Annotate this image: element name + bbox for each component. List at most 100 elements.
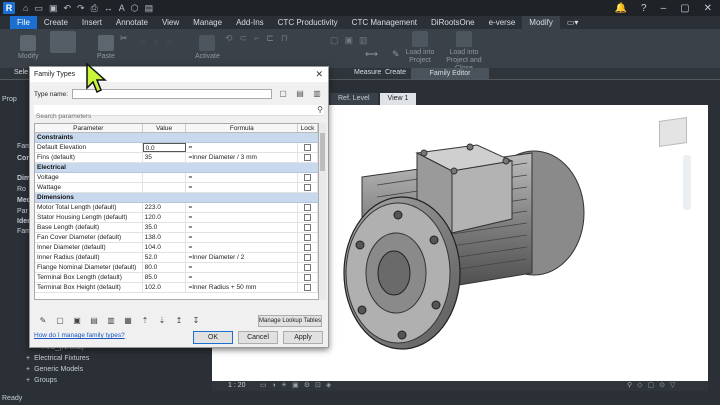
lock-checkbox[interactable] bbox=[304, 244, 312, 251]
lock-checkbox[interactable] bbox=[304, 214, 312, 221]
parameter-value[interactable]: 223.0 bbox=[143, 203, 187, 212]
tab-ctc-management[interactable]: CTC Management bbox=[345, 16, 424, 29]
select-panel-label[interactable]: Sele bbox=[14, 69, 28, 76]
tab-add-ins[interactable]: Add-Ins bbox=[229, 16, 271, 29]
paste-button[interactable]: Paste bbox=[97, 35, 115, 61]
help-link[interactable]: How do I manage family types? bbox=[34, 332, 125, 339]
parameter-value[interactable]: 0.0 bbox=[142, 143, 187, 152]
tab-insert[interactable]: Insert bbox=[75, 16, 109, 29]
create-panel-label[interactable]: Create bbox=[385, 69, 406, 76]
parameter-formula[interactable]: =Inner Diameter / 2 bbox=[186, 253, 299, 262]
table-row[interactable]: Terminal Box Height (default) 102.0 =Inner… bbox=[35, 283, 318, 293]
group-header[interactable]: Dimensions bbox=[35, 193, 318, 203]
measure-button[interactable]: ⟷ bbox=[365, 49, 378, 60]
close-icon[interactable]: ✕ bbox=[315, 67, 323, 82]
parameter-formula[interactable]: =Inner Diameter / 3 mm bbox=[186, 153, 299, 162]
parameter-formula[interactable]: = bbox=[186, 173, 299, 182]
parameter-formula[interactable]: = bbox=[186, 243, 299, 252]
open-icon[interactable]: ▭ bbox=[34, 3, 43, 14]
parameter-formula[interactable]: = bbox=[186, 203, 299, 212]
browser-item-groups[interactable]: + Groups bbox=[12, 375, 89, 386]
lock-checkbox[interactable] bbox=[304, 174, 312, 181]
expand-icon[interactable]: + bbox=[26, 375, 30, 386]
move-up-icon[interactable]: ⇡ bbox=[140, 315, 150, 325]
table-row[interactable]: Inner Radius (default) 52.0 =Inner Diamete… bbox=[35, 253, 318, 263]
parameter-formula[interactable]: = bbox=[186, 233, 299, 242]
copy-parameter-icon[interactable]: ▥ bbox=[106, 315, 116, 325]
tab-view[interactable]: View bbox=[155, 16, 186, 29]
view-tab-view-1[interactable]: View 1 bbox=[379, 93, 417, 105]
view-tab-ref-level[interactable]: Ref. Level bbox=[330, 93, 378, 105]
table-row[interactable]: Voltage = bbox=[35, 173, 318, 183]
lock-checkbox[interactable] bbox=[304, 204, 312, 211]
browser-item-generic-models[interactable]: + Generic Models bbox=[12, 364, 89, 375]
table-row[interactable]: Base Length (default) 35.0 = bbox=[35, 223, 318, 233]
3d-view-icon[interactable]: ⬡ bbox=[131, 3, 139, 14]
column-formula[interactable]: Formula bbox=[186, 124, 299, 132]
lock-checkbox[interactable] bbox=[304, 274, 312, 281]
parameter-value[interactable]: 138.0 bbox=[143, 233, 187, 242]
parameter-formula[interactable]: = bbox=[186, 213, 299, 222]
group-header[interactable]: Constraints bbox=[35, 133, 318, 143]
tab-create[interactable]: Create bbox=[37, 16, 75, 29]
family-editor-panel-label[interactable]: Family Editor bbox=[411, 68, 489, 79]
print-icon[interactable]: ⎙ bbox=[91, 3, 98, 14]
switch-windows-icon[interactable]: ▤ bbox=[145, 3, 154, 14]
activate-button[interactable]: Activate bbox=[195, 35, 220, 61]
search-parameters-input[interactable]: Search parameters ⚲ bbox=[34, 105, 324, 120]
text-icon[interactable]: A bbox=[119, 3, 125, 14]
table-scrollbar[interactable] bbox=[319, 123, 326, 300]
geometry-tools[interactable]: ◌◌◌ bbox=[140, 37, 180, 47]
scroll-thumb[interactable] bbox=[320, 133, 325, 171]
table-row[interactable]: Default Elevation 0.0 = bbox=[35, 143, 318, 153]
close-icon[interactable]: ✕ bbox=[704, 3, 712, 14]
tab-e-verse[interactable]: e-verse bbox=[482, 16, 523, 29]
lock-checkbox[interactable] bbox=[304, 184, 312, 191]
parameter-value[interactable]: 35 bbox=[143, 153, 187, 162]
move-down-icon[interactable]: ⇣ bbox=[157, 315, 167, 325]
notifications-icon[interactable]: 🔔 bbox=[615, 3, 627, 14]
parameter-value[interactable]: 80.0 bbox=[143, 263, 187, 272]
ribbon-options-icon[interactable]: ▭▾ bbox=[560, 16, 586, 29]
apply-button[interactable]: Apply bbox=[283, 331, 323, 344]
manage-lookup-tables-button[interactable]: Manage Lookup Tables bbox=[258, 315, 322, 327]
view-tools[interactable]: ▢▣▥ bbox=[330, 35, 374, 46]
measure-panel-label[interactable]: Measure bbox=[354, 69, 381, 76]
table-row[interactable]: Flange Nominal Diameter (default) 80.0 = bbox=[35, 263, 318, 273]
tab-file[interactable]: File bbox=[10, 16, 37, 29]
paste-parameter-icon[interactable]: ▦ bbox=[123, 315, 133, 325]
lock-checkbox[interactable] bbox=[304, 224, 312, 231]
properties-button[interactable] bbox=[50, 31, 76, 53]
revit-logo-icon[interactable]: R bbox=[3, 2, 15, 14]
search-icon[interactable]: ⚲ bbox=[317, 105, 323, 114]
cancel-button[interactable]: Cancel bbox=[238, 331, 278, 344]
column-value[interactable]: Value bbox=[143, 124, 187, 132]
parameter-value[interactable]: 35.0 bbox=[143, 223, 187, 232]
table-row[interactable]: Motor Total Length (default) 223.0 = bbox=[35, 203, 318, 213]
parameter-value[interactable]: 52.0 bbox=[143, 253, 187, 262]
group-header[interactable]: Electrical bbox=[35, 163, 318, 173]
browser-item-electrical-fixtures[interactable]: + Electrical Fixtures bbox=[12, 353, 89, 364]
save-icon[interactable]: ▣ bbox=[49, 3, 58, 14]
sort-descending-icon[interactable]: ↧ bbox=[191, 315, 201, 325]
parameter-value[interactable]: 120.0 bbox=[143, 213, 187, 222]
delete-type-icon[interactable]: ▥ bbox=[312, 88, 322, 98]
create-button[interactable]: ✎ bbox=[392, 49, 400, 60]
canvas-scrollbar[interactable] bbox=[708, 105, 718, 381]
table-row[interactable]: Terminal Box Length (default) 85.0 = bbox=[35, 273, 318, 283]
table-row[interactable]: Inner Diameter (default) 104.0 = bbox=[35, 243, 318, 253]
redo-icon[interactable]: ↷ bbox=[77, 3, 85, 14]
cut-button[interactable]: ✂ bbox=[120, 33, 128, 44]
tab-annotate[interactable]: Annotate bbox=[109, 16, 155, 29]
tab-modify[interactable]: Modify bbox=[522, 16, 560, 29]
load-into-project-button[interactable]: Load into Project bbox=[405, 31, 435, 65]
rename-type-icon[interactable]: ▤ bbox=[295, 88, 305, 98]
home-icon[interactable]: ⌂ bbox=[23, 3, 28, 14]
view-scale[interactable]: 1 : 20 bbox=[228, 382, 246, 389]
column-parameter[interactable]: Parameter bbox=[35, 124, 143, 132]
sort-ascending-icon[interactable]: ↥ bbox=[174, 315, 184, 325]
tab-manage[interactable]: Manage bbox=[186, 16, 229, 29]
lock-checkbox[interactable] bbox=[304, 154, 312, 161]
lock-checkbox[interactable] bbox=[304, 284, 312, 291]
column-lock[interactable]: Lock bbox=[298, 124, 318, 132]
